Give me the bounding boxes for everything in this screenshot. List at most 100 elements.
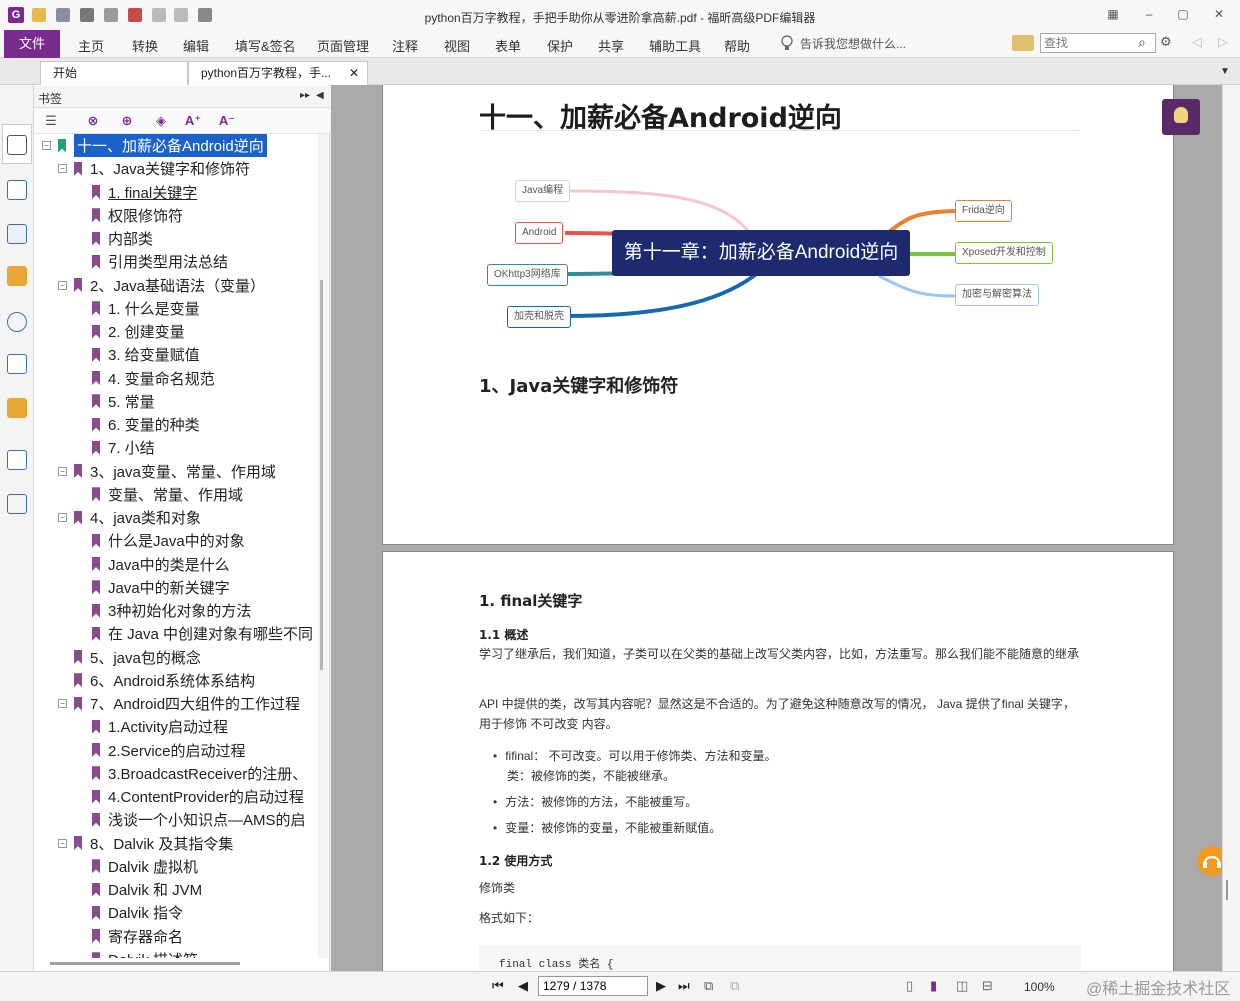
menu-share[interactable]: 共享	[598, 36, 624, 55]
single-page-view-icon[interactable]: ▯	[906, 978, 913, 994]
hand-tool-icon[interactable]	[198, 8, 212, 22]
delete-bookmark-icon[interactable]: ⊗	[84, 112, 102, 130]
tab-start[interactable]: 开始	[40, 61, 188, 85]
bookmark-item[interactable]: 4. 变量命名规范	[92, 367, 215, 390]
tools-icon[interactable]	[7, 494, 27, 514]
layers-panel-icon[interactable]	[7, 224, 27, 244]
bookmark-item[interactable]: 1、Java关键字和修饰符	[74, 157, 250, 180]
tab-document[interactable]: python百万字教程，手... ✕	[188, 61, 368, 85]
collapse-toggle[interactable]: −	[42, 141, 51, 150]
previous-view-icon[interactable]: ⧉	[704, 978, 713, 994]
bookmark-item[interactable]: 6、Android系统体系结构	[74, 669, 255, 692]
continuous-view-icon[interactable]: ▮	[930, 978, 937, 994]
back-arrow-icon[interactable]: ◁	[1192, 34, 1202, 50]
comments-panel-icon[interactable]	[7, 266, 27, 286]
menu-page-management[interactable]: 页面管理	[317, 36, 369, 55]
menu-convert[interactable]: 转换	[132, 36, 158, 55]
collapse-toggle[interactable]: −	[58, 164, 67, 174]
bookmark-properties-icon[interactable]: ◈	[152, 112, 170, 130]
bookmark-item[interactable]: 6. 变量的种类	[92, 413, 200, 436]
page-number-input[interactable]	[538, 976, 648, 996]
menu-protect[interactable]: 保护	[547, 36, 573, 55]
bookmark-item[interactable]: 1.Activity启动过程	[92, 715, 228, 738]
lock-icon[interactable]	[7, 398, 27, 418]
bookmark-item[interactable]: Dalvik 和 JVM	[92, 878, 202, 901]
menu-fill-sign[interactable]: 填写&签名	[235, 36, 296, 55]
first-page-button[interactable]: ⏮	[492, 978, 504, 994]
bookmarks-scroll-thumb[interactable]	[320, 280, 323, 670]
signature-panel-icon[interactable]	[7, 354, 27, 374]
bookmark-item[interactable]: 8、Dalvik 及其指令集	[74, 832, 233, 855]
print-icon[interactable]	[80, 8, 94, 22]
document-viewport[interactable]: 十一、加薪必备Android逆向 Java编程 Android OKhttp3网…	[331, 85, 1222, 971]
menu-edit[interactable]: 编辑	[183, 36, 209, 55]
search-icon[interactable]: ⌕	[1138, 34, 1146, 51]
bookmark-item[interactable]: 7、Android四大组件的工作过程	[74, 692, 300, 715]
bookmark-item[interactable]: 2、Java基础语法（变量）	[74, 274, 265, 297]
next-page-button[interactable]: ▶	[656, 978, 666, 994]
bookmark-item[interactable]: 3种初始化对象的方法	[92, 599, 251, 622]
maximize-button[interactable]: ▢	[1174, 6, 1192, 22]
bookmark-options-icon[interactable]: ☰	[42, 112, 60, 130]
bookmark-item[interactable]: 浅谈一个小知识点—AMS的启	[92, 808, 306, 831]
minimize-button[interactable]: –	[1140, 6, 1158, 22]
increase-font-icon[interactable]: A⁺	[184, 112, 202, 130]
collapse-toggle[interactable]: −	[58, 280, 67, 290]
continuous-facing-view-icon[interactable]: ⊟	[982, 978, 993, 994]
tell-me-input[interactable]: 告诉我您想做什么...	[800, 35, 906, 52]
collapse-toggle[interactable]: −	[58, 513, 67, 522]
panel-options-icon[interactable]: ▸▸	[300, 90, 310, 101]
document-scrollbar[interactable]	[1222, 85, 1240, 971]
bookmark-item[interactable]: 7. 小结	[92, 436, 155, 459]
collapse-toggle[interactable]: −	[58, 838, 67, 848]
menu-file[interactable]: 文件	[4, 30, 60, 58]
bookmark-item[interactable]: 变量、常量、作用域	[92, 483, 243, 506]
bookmark-item[interactable]: 3. 给变量赋值	[92, 343, 200, 366]
attachment-icon[interactable]	[7, 312, 27, 332]
bookmark-item[interactable]: 4、java类和对象	[74, 506, 201, 529]
bookmark-item[interactable]: 权限修饰符	[92, 204, 183, 227]
bookmark-item[interactable]: Dalvik 指令	[92, 901, 183, 924]
menu-accessibility[interactable]: 辅助工具	[649, 36, 701, 55]
tab-list-dropdown-icon[interactable]: ▼	[1220, 66, 1230, 77]
bookmark-item[interactable]: 5、java包的概念	[74, 646, 201, 669]
menu-home[interactable]: 主页	[78, 36, 104, 55]
ribbon-display-icon[interactable]: ▦	[1104, 6, 1122, 22]
bookmark-item[interactable]: 5. 常量	[92, 390, 155, 413]
close-tab-icon[interactable]: ✕	[349, 62, 359, 84]
last-page-button[interactable]: ⏭	[678, 978, 690, 994]
add-bookmark-icon[interactable]: ⊕	[118, 112, 136, 130]
bookmark-item[interactable]: 2. 创建变量	[92, 320, 185, 343]
menu-help[interactable]: 帮助	[724, 36, 750, 55]
bookmark-item[interactable]: 十一、加薪必备Android逆向	[58, 134, 267, 157]
bookmark-item[interactable]: 什么是Java中的对象	[92, 529, 245, 552]
decrease-font-icon[interactable]: A⁻	[218, 112, 236, 130]
bookmark-item[interactable]: 内部类	[92, 227, 153, 250]
save-icon[interactable]	[56, 8, 70, 22]
settings-gear-icon[interactable]: ⚙	[1160, 34, 1172, 50]
menu-comment[interactable]: 注释	[392, 36, 418, 55]
bookmark-item[interactable]: Dalvik 虚拟机	[92, 855, 198, 878]
menu-form[interactable]: 表单	[495, 36, 521, 55]
find-options-icon[interactable]	[1012, 35, 1034, 51]
bookmark-item[interactable]: Java中的新关键字	[92, 576, 230, 599]
bookmark-item[interactable]: Dalvik 描述符	[92, 948, 198, 958]
bookmark-item[interactable]: 3.BroadcastReceiver的注册、	[92, 762, 307, 785]
bookmark-panel-icon[interactable]	[7, 135, 27, 155]
previous-page-button[interactable]: ◀	[518, 978, 528, 994]
app-logo[interactable]: G	[8, 7, 24, 23]
open-icon[interactable]	[32, 8, 46, 22]
facing-view-icon[interactable]: ◫	[956, 978, 968, 994]
bookmark-item[interactable]: 2.Service的启动过程	[92, 739, 246, 762]
pages-panel-icon[interactable]	[7, 180, 27, 200]
bookmarks-horizontal-scroll-thumb[interactable]	[50, 962, 240, 965]
bookmark-item[interactable]: 1. 什么是变量	[92, 297, 200, 320]
bookmark-item[interactable]: 寄存器命名	[92, 925, 183, 948]
collapse-toggle[interactable]: −	[58, 699, 67, 708]
undo-icon[interactable]	[152, 8, 166, 22]
bookmark-item[interactable]: Java中的类是什么	[92, 553, 230, 576]
bookmark-item[interactable]: 引用类型用法总结	[92, 250, 228, 273]
collapse-toggle[interactable]: −	[58, 466, 67, 476]
document-scroll-thumb[interactable]	[1226, 880, 1228, 900]
bookmark-item[interactable]: 4.ContentProvider的启动过程	[92, 785, 304, 808]
